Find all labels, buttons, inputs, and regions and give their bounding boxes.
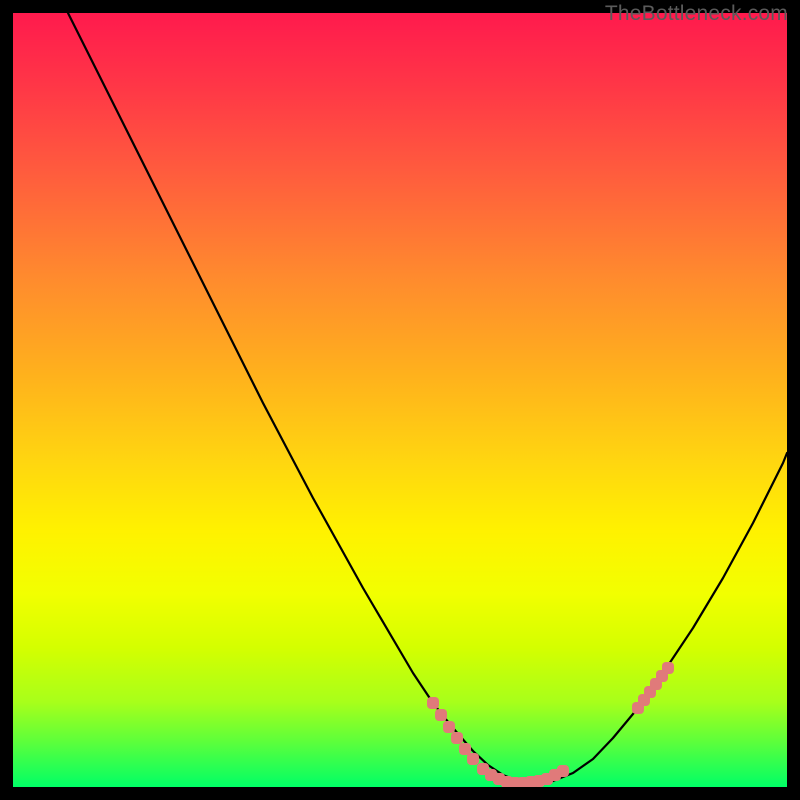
highlight-dot [427,697,439,709]
watermark-text: TheBottleneck.com [605,2,788,26]
highlight-dot [467,753,479,765]
bottleneck-curve-svg [13,13,787,787]
highlight-dot [435,709,447,721]
highlight-dot [459,743,471,755]
bottleneck-curve-line [68,13,787,783]
highlight-dot [557,765,569,777]
highlight-dot [443,721,455,733]
highlight-dot [662,662,674,674]
highlight-dot-group [427,662,674,787]
highlight-dot [451,732,463,744]
chart-plot-area [13,13,787,787]
